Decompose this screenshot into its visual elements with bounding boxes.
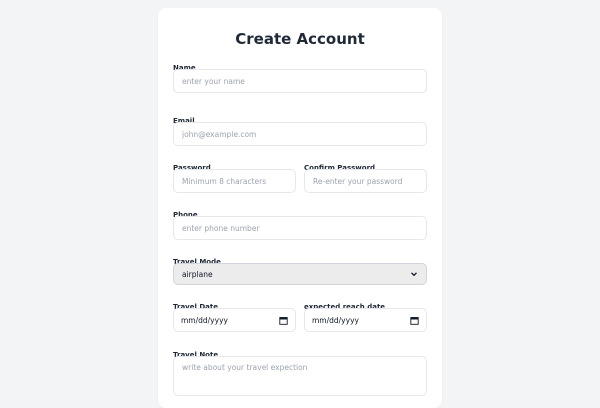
reach-date-input[interactable]: mm/dd/yyyy [304,308,427,332]
email-input[interactable] [173,122,427,146]
name-input[interactable] [173,69,427,93]
chevron-down-icon [410,270,418,278]
password-input[interactable] [173,169,296,193]
travel-note-textarea[interactable] [173,356,427,396]
signup-card: Create Account Name Email Password Confi… [158,8,442,408]
travel-mode-value: airplane [182,269,213,279]
travel-mode-select[interactable]: airplane [173,263,427,285]
confirm-password-input[interactable] [304,169,427,193]
travel-date-value: mm/dd/yyyy [181,315,228,325]
calendar-icon[interactable] [410,316,419,325]
calendar-icon[interactable] [279,316,288,325]
phone-input[interactable] [173,216,427,240]
travel-date-input[interactable]: mm/dd/yyyy [173,308,296,332]
page-title: Create Account [235,30,365,48]
reach-date-value: mm/dd/yyyy [312,315,359,325]
